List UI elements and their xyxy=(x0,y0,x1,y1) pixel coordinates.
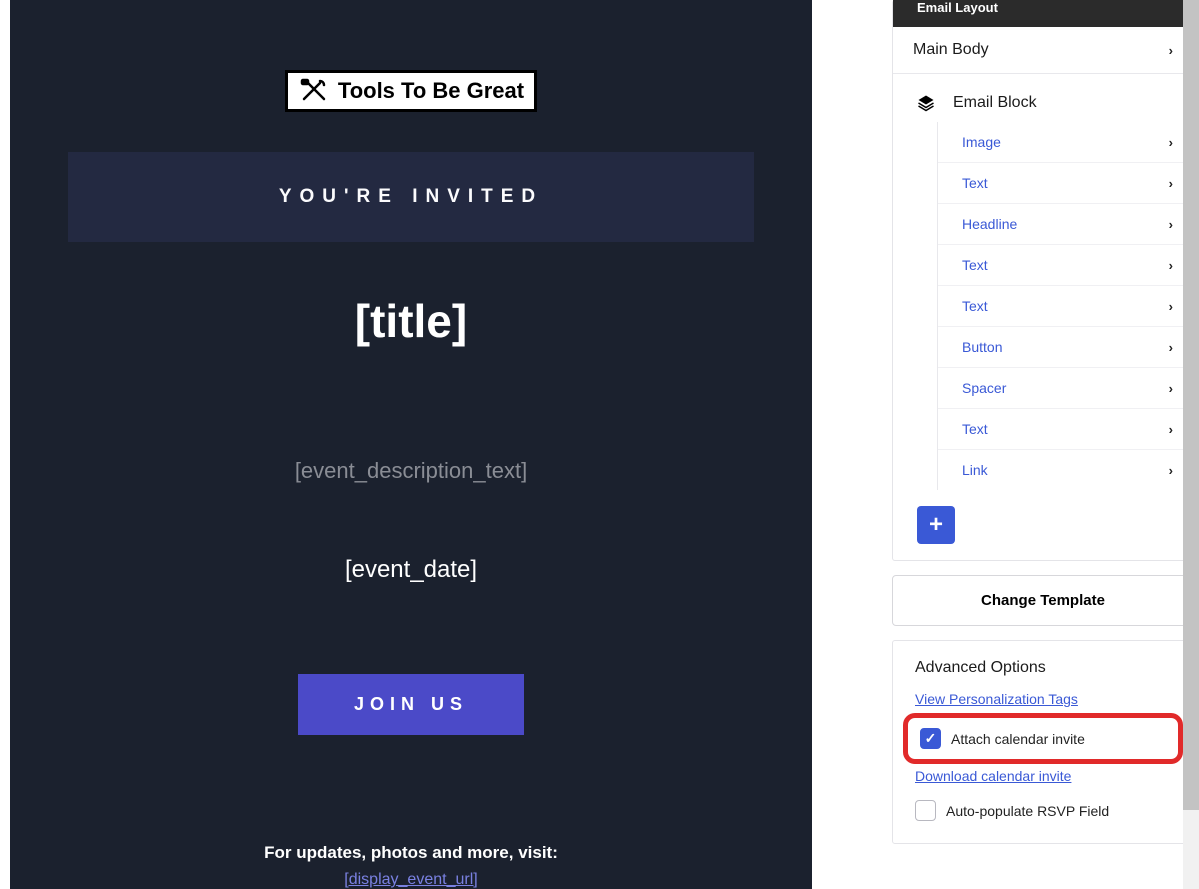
description-placeholder: [event_description_text] xyxy=(295,458,527,484)
main-body-row[interactable]: Main Body › xyxy=(893,27,1193,74)
attach-calendar-checkbox[interactable] xyxy=(920,728,941,749)
block-item-spacer[interactable]: Spacer› xyxy=(938,368,1193,409)
plus-icon: + xyxy=(929,511,943,539)
chevron-right-icon: › xyxy=(1169,176,1173,191)
event-date-placeholder: [event_date] xyxy=(345,556,477,584)
advanced-options-title: Advanced Options xyxy=(915,659,1171,677)
auto-rsvp-row[interactable]: Auto-populate RSVP Field xyxy=(915,800,1171,821)
auto-rsvp-label: Auto-populate RSVP Field xyxy=(946,803,1109,819)
logo-text: Tools To Be Great xyxy=(338,78,524,104)
block-item-link[interactable]: Link› xyxy=(938,450,1193,490)
footer-link[interactable]: [display_event_url] xyxy=(344,871,477,889)
chevron-right-icon: › xyxy=(1169,340,1173,355)
email-layout-header: Email Layout xyxy=(893,0,1193,27)
logo: Tools To Be Great xyxy=(285,70,537,112)
attach-calendar-label: Attach calendar invite xyxy=(951,731,1085,747)
email-block-header: Email Block xyxy=(893,74,1193,122)
download-calendar-link[interactable]: Download calendar invite xyxy=(915,768,1171,784)
email-block-list: Image› Text› Headline› Text› Text› Butto… xyxy=(937,122,1193,490)
chevron-right-icon: › xyxy=(1169,258,1173,273)
block-item-text[interactable]: Text› xyxy=(938,245,1193,286)
chevron-right-icon: › xyxy=(1169,217,1173,232)
sidebar-scrollbar[interactable] xyxy=(1183,0,1199,889)
block-item-image[interactable]: Image› xyxy=(938,122,1193,163)
attach-calendar-row[interactable]: Attach calendar invite xyxy=(920,728,1166,749)
chevron-right-icon: › xyxy=(1169,422,1173,437)
layers-icon xyxy=(917,94,935,112)
email-preview-area: Tools To Be Great YOU'RE INVITED [title]… xyxy=(0,0,874,889)
title-placeholder: [title] xyxy=(355,294,467,348)
chevron-right-icon: › xyxy=(1169,43,1173,58)
add-block-button[interactable]: + xyxy=(917,506,955,544)
advanced-options-panel: Advanced Options View Personalization Ta… xyxy=(892,640,1194,844)
footer-text: For updates, photos and more, visit: xyxy=(264,843,558,863)
auto-rsvp-checkbox[interactable] xyxy=(915,800,936,821)
block-item-text[interactable]: Text› xyxy=(938,409,1193,450)
block-item-headline[interactable]: Headline› xyxy=(938,204,1193,245)
email-block-label: Email Block xyxy=(953,94,1037,112)
chevron-right-icon: › xyxy=(1169,463,1173,478)
change-template-button[interactable]: Change Template xyxy=(892,575,1194,626)
email-preview: Tools To Be Great YOU'RE INVITED [title]… xyxy=(10,0,812,889)
chevron-right-icon: › xyxy=(1169,135,1173,150)
join-us-button[interactable]: JOIN US xyxy=(298,674,524,735)
invited-banner: YOU'RE INVITED xyxy=(68,152,754,242)
chevron-right-icon: › xyxy=(1169,381,1173,396)
main-body-label: Main Body xyxy=(913,41,989,59)
view-personalization-tags-link[interactable]: View Personalization Tags xyxy=(915,691,1171,707)
block-item-text[interactable]: Text› xyxy=(938,286,1193,327)
block-item-text[interactable]: Text› xyxy=(938,163,1193,204)
scrollbar-thumb[interactable] xyxy=(1183,0,1199,810)
block-item-button[interactable]: Button› xyxy=(938,327,1193,368)
tools-icon xyxy=(298,77,330,105)
settings-sidebar: Email Layout Main Body › Email Block Ima… xyxy=(874,0,1199,889)
chevron-right-icon: › xyxy=(1169,299,1173,314)
email-layout-panel: Email Layout Main Body › Email Block Ima… xyxy=(892,0,1194,561)
attach-calendar-highlight: Attach calendar invite xyxy=(903,713,1183,764)
